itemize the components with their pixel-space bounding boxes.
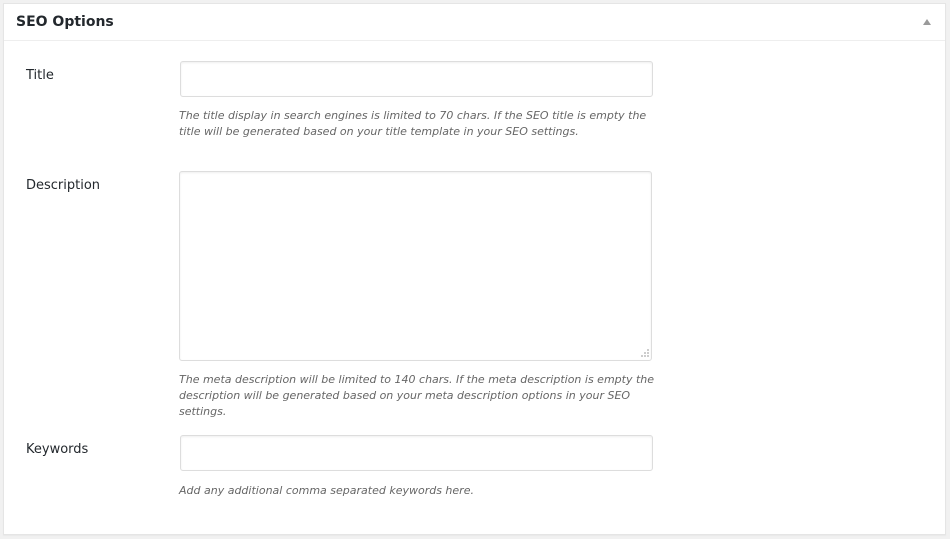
title-input[interactable] xyxy=(180,61,653,97)
keywords-input[interactable] xyxy=(180,435,653,471)
description-help-text: The meta description will be limited to … xyxy=(179,373,655,418)
panel-title: SEO Options xyxy=(16,14,114,30)
resize-grip-icon[interactable] xyxy=(639,347,650,358)
description-textarea[interactable] xyxy=(179,171,652,361)
title-label: Title xyxy=(26,68,54,83)
seo-options-panel: SEO Options Title The title display in s… xyxy=(3,3,946,535)
triangle-up-icon[interactable] xyxy=(920,15,934,29)
panel-header: SEO Options xyxy=(4,4,945,41)
keywords-help-text: Add any additional comma separated keywo… xyxy=(179,484,474,497)
description-label: Description xyxy=(26,178,101,193)
title-help-text: The title display in search engines is l… xyxy=(179,109,647,138)
keywords-label: Keywords xyxy=(26,442,89,457)
